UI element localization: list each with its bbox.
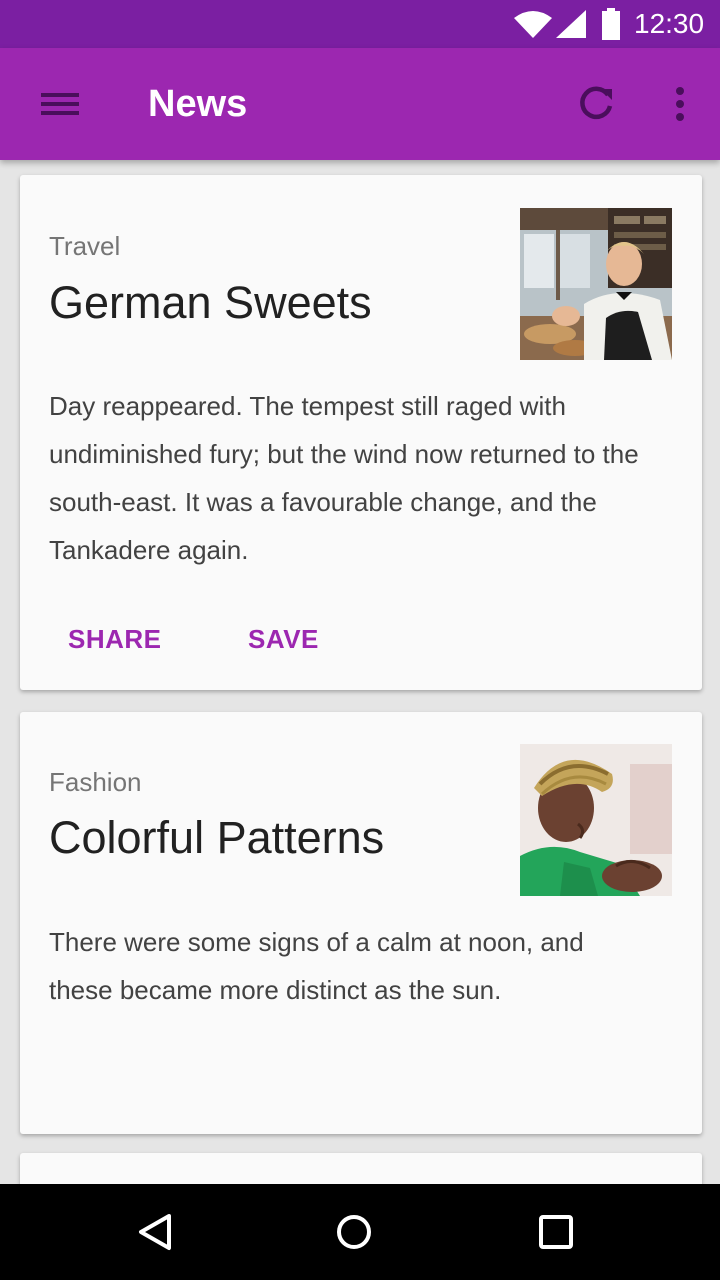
card-category: Travel (49, 231, 121, 261)
save-button[interactable]: SAVE (248, 623, 319, 655)
wifi-icon (514, 11, 552, 38)
page-title: News (148, 83, 248, 125)
card-body: There were some signs of a calm at noon,… (49, 927, 584, 1005)
card-body: Day reappeared. The tempest still raged … (49, 391, 639, 565)
home-icon (337, 1215, 371, 1249)
news-card[interactable]: Travel German Sweets Day reappeared. The… (20, 175, 702, 690)
card-headline: German Sweets (49, 277, 372, 328)
status-time: 12:30 (634, 8, 705, 39)
news-card[interactable]: Fashion Colorful Patterns There were som… (20, 712, 702, 1134)
more-options-button[interactable] (664, 80, 696, 128)
refresh-button[interactable] (572, 80, 620, 128)
more-vert-icon (676, 87, 684, 121)
menu-icon (41, 93, 79, 115)
share-button[interactable]: SHARE (68, 623, 162, 655)
battery-icon (602, 8, 620, 40)
card-thumbnail (520, 744, 672, 896)
card-headline: Colorful Patterns (49, 812, 385, 863)
signal-icon (556, 10, 586, 38)
card-category: Fashion (49, 767, 142, 797)
baker-photo (520, 208, 672, 360)
recents-button[interactable] (536, 1212, 576, 1252)
app-bar: News (0, 48, 720, 160)
woman-photo (520, 744, 672, 896)
back-button[interactable] (136, 1212, 176, 1252)
card-thumbnail (520, 208, 672, 360)
home-button[interactable] (334, 1212, 374, 1252)
navigation-bar (0, 1184, 720, 1280)
menu-button[interactable] (32, 84, 88, 124)
status-bar: 12:30 (0, 0, 720, 48)
refresh-icon (580, 86, 613, 120)
recents-icon (539, 1215, 573, 1249)
back-icon (139, 1214, 171, 1250)
